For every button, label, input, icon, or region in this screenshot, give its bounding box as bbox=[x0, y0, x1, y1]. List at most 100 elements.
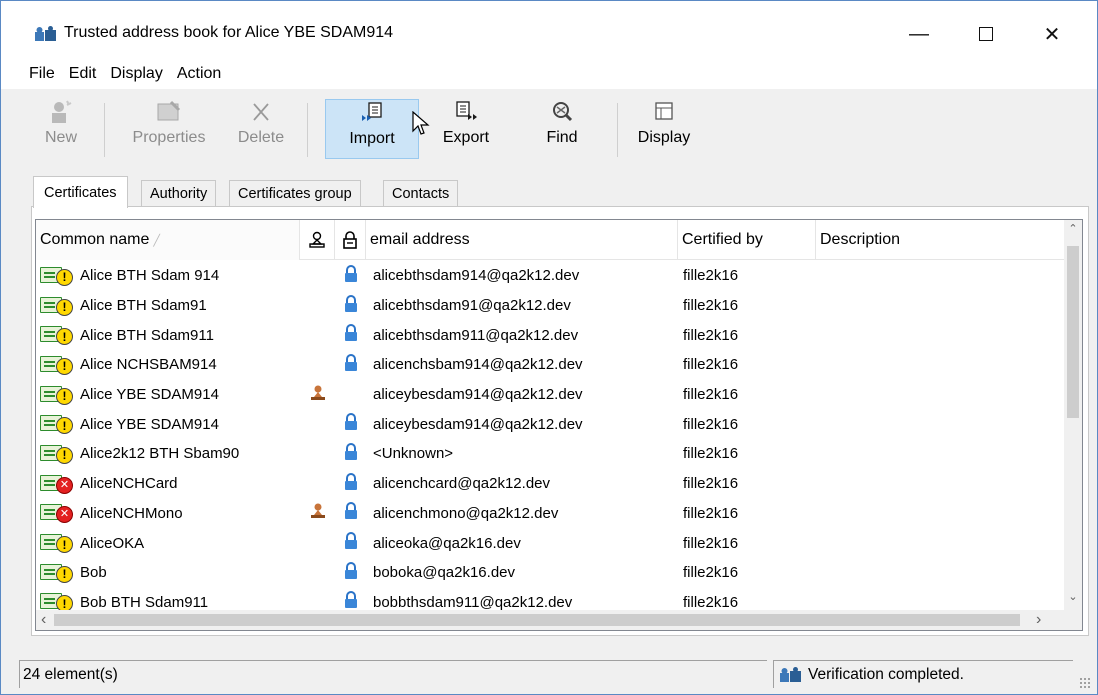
common-name-text: Alice YBE SDAM914 bbox=[80, 386, 219, 404]
encryption-lock-icon bbox=[343, 442, 359, 465]
vertical-scrollbar[interactable]: ⌃ ⌄ bbox=[1064, 220, 1082, 610]
table-row[interactable]: ! Alice2k12 BTH Sbam90 <Unknown> fille2k16 bbox=[36, 439, 1064, 469]
delete-button[interactable]: Delete bbox=[229, 99, 293, 159]
close-button[interactable]: ✕ bbox=[1029, 11, 1075, 57]
encryption-lock-icon bbox=[343, 561, 359, 584]
cell-common-name: ✕ AliceNCHMono bbox=[36, 502, 300, 524]
common-name-text: Alice YBE SDAM914 bbox=[80, 415, 219, 433]
certificate-list[interactable]: Common name ╱ email address Certified by bbox=[35, 219, 1083, 631]
column-description-label: Description bbox=[820, 231, 901, 248]
tab-certificates-group[interactable]: Certificates group bbox=[229, 180, 361, 206]
cell-certified-by: fille2k16 bbox=[683, 356, 739, 374]
minimize-button[interactable]: — bbox=[896, 11, 942, 57]
vertical-scroll-thumb[interactable] bbox=[1067, 246, 1079, 418]
encryption-lock-icon bbox=[343, 472, 359, 495]
menu-file[interactable]: File bbox=[29, 63, 55, 85]
address-book-icon bbox=[780, 666, 801, 682]
cell-encryption bbox=[335, 561, 366, 584]
cell-email: <Unknown> bbox=[373, 445, 454, 463]
cell-common-name: ! Alice YBE SDAM914 bbox=[36, 384, 300, 406]
maximize-button[interactable] bbox=[963, 11, 1009, 57]
cell-common-name: ! Alice BTH Sdam91 bbox=[36, 295, 300, 317]
scroll-down-icon[interactable]: ⌄ bbox=[1064, 590, 1082, 603]
new-button[interactable]: New bbox=[39, 99, 83, 159]
common-name-text: Bob bbox=[80, 564, 107, 582]
cell-common-name: ✕ AliceNCHCard bbox=[36, 473, 300, 495]
display-button[interactable]: Display bbox=[629, 99, 699, 159]
cell-email: alicebthsdam91@qa2k12.dev bbox=[373, 297, 571, 315]
table-row[interactable]: ✕ AliceNCHCard alicenchcard@qa2k12.dev fill… bbox=[36, 469, 1064, 499]
resize-grip-icon[interactable] bbox=[1079, 677, 1091, 689]
find-button[interactable]: Find bbox=[527, 99, 597, 159]
table-row[interactable]: ! Alice YBE SDAM914 aliceybesdam914@qa2k12… bbox=[36, 409, 1064, 439]
cell-email: alicenchcard@qa2k12.dev bbox=[373, 475, 551, 493]
export-button[interactable]: Export bbox=[431, 99, 501, 159]
scroll-up-icon[interactable]: ⌃ bbox=[1064, 222, 1082, 235]
find-icon bbox=[553, 102, 573, 122]
display-options-icon bbox=[655, 102, 673, 120]
cell-encryption bbox=[335, 472, 366, 495]
status-bar: 24 element(s) Verification completed. bbox=[1, 653, 1097, 694]
user-seal-icon bbox=[309, 231, 325, 248]
window-title: Trusted address book for Alice YBE SDAM9… bbox=[64, 24, 394, 41]
mouse-cursor-icon bbox=[412, 111, 430, 135]
certificate-warning-icon: ! bbox=[40, 265, 76, 287]
encryption-lock-icon bbox=[343, 264, 359, 287]
table-row[interactable]: ! Alice YBE SDAM914 aliceybesdam914@qa2k12… bbox=[36, 380, 1064, 410]
cell-common-name: ! Alice NCHSBAM914 bbox=[36, 354, 300, 376]
encryption-lock-icon bbox=[343, 294, 359, 317]
column-common-name[interactable]: Common name ╱ bbox=[36, 220, 300, 260]
cell-certified-by: fille2k16 bbox=[683, 504, 739, 522]
common-name-text: Alice BTH Sdam91 bbox=[80, 297, 207, 315]
cell-email: aliceybesdam914@qa2k12.dev bbox=[373, 386, 583, 404]
certificate-warning-icon: ! bbox=[40, 443, 76, 465]
cell-email: aliceoka@qa2k16.dev bbox=[373, 534, 521, 552]
table-row[interactable]: ! AliceOKA aliceoka@qa2k16.dev fille2k16 bbox=[36, 528, 1064, 558]
table-row[interactable]: ✕ AliceNCHMono alicenchmono@qa2k12.dev fill… bbox=[36, 499, 1064, 529]
menu-action[interactable]: Action bbox=[177, 63, 221, 85]
minimize-icon: — bbox=[909, 22, 929, 45]
import-button[interactable]: Import bbox=[325, 99, 419, 159]
toolbar-separator bbox=[617, 103, 618, 157]
list-header: Common name ╱ email address Certified by bbox=[36, 220, 1064, 260]
horizontal-scrollbar[interactable]: ‹ › bbox=[36, 610, 1082, 630]
column-encryption[interactable] bbox=[335, 220, 366, 260]
certificate-warning-icon: ! bbox=[40, 532, 76, 554]
cell-email: alicenchmono@qa2k12.dev bbox=[373, 504, 559, 522]
cell-email: bobbthsdam911@qa2k12.dev bbox=[373, 593, 573, 611]
toolbar-separator bbox=[104, 103, 105, 157]
certificate-warning-icon: ! bbox=[40, 562, 76, 584]
certificate-warning-icon: ! bbox=[40, 413, 76, 435]
tab-certificates[interactable]: Certificates bbox=[33, 176, 128, 208]
horizontal-scroll-thumb[interactable] bbox=[54, 614, 1020, 626]
menu-edit[interactable]: Edit bbox=[69, 63, 97, 85]
common-name-text: AliceNCHMono bbox=[80, 504, 183, 522]
table-row[interactable]: ! Bob boboka@qa2k16.dev fille2k16 bbox=[36, 558, 1064, 588]
delete-icon bbox=[253, 103, 269, 121]
scroll-left-icon[interactable]: ‹ bbox=[41, 611, 46, 629]
properties-button[interactable]: Properties bbox=[121, 99, 217, 159]
certificate-warning-icon: ! bbox=[40, 384, 76, 406]
table-row[interactable]: ! Alice BTH Sdam91 alicebthsdam91@qa2k12.d… bbox=[36, 291, 1064, 321]
column-certified-by[interactable]: Certified by bbox=[678, 220, 816, 260]
cell-common-name: ! AliceOKA bbox=[36, 532, 300, 554]
table-row[interactable]: ! Alice BTH Sdam 914 alicebthsdam914@qa2k1… bbox=[36, 261, 1064, 291]
element-count: 24 element(s) bbox=[19, 660, 767, 688]
common-name-text: Alice2k12 BTH Sbam90 bbox=[80, 445, 240, 463]
common-name-text: AliceOKA bbox=[80, 534, 145, 552]
encryption-lock-icon bbox=[343, 353, 359, 376]
new-label: New bbox=[44, 129, 77, 146]
column-email[interactable]: email address bbox=[366, 220, 678, 260]
tab-authority[interactable]: Authority bbox=[141, 180, 217, 206]
column-signature[interactable] bbox=[300, 220, 335, 260]
table-row[interactable]: ! Alice BTH Sdam911 alicebthsdam911@qa2k12… bbox=[36, 320, 1064, 350]
column-description[interactable]: Description bbox=[816, 220, 1064, 260]
cell-encryption bbox=[335, 264, 366, 287]
tab-contacts[interactable]: Contacts bbox=[383, 180, 459, 206]
cell-encryption bbox=[335, 442, 366, 465]
scroll-right-icon[interactable]: › bbox=[1036, 611, 1041, 629]
signature-seal-icon bbox=[309, 502, 327, 524]
encryption-lock-icon bbox=[343, 413, 359, 435]
table-row[interactable]: ! Alice NCHSBAM914 alicenchsbam914@qa2k12.… bbox=[36, 350, 1064, 380]
menu-display[interactable]: Display bbox=[110, 63, 162, 85]
